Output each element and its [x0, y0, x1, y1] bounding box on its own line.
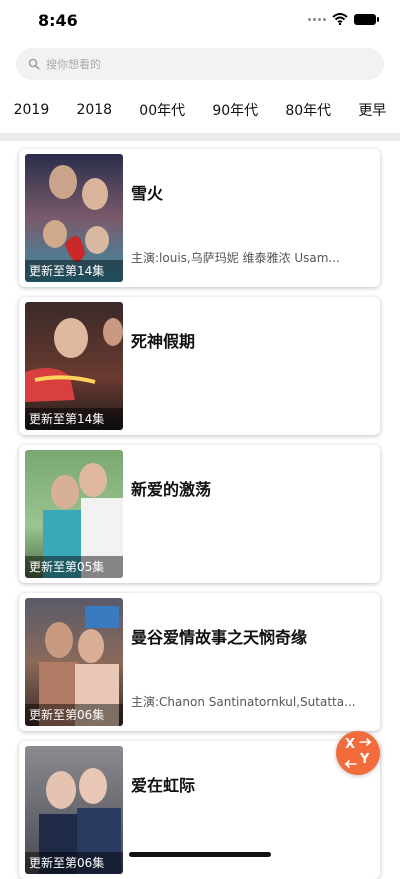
update-badge: 更新至第05集 — [25, 556, 123, 578]
show-poster[interactable]: 更新至第06集 — [25, 598, 123, 726]
tab-earlier[interactable]: 更早 — [352, 100, 392, 120]
show-cast: 主演:louis,乌萨玛妮 维泰雅浓 Usam... — [131, 251, 340, 265]
search-placeholder: 搜你想看的 — [46, 58, 101, 71]
update-badge: 更新至第14集 — [25, 408, 123, 430]
show-title: 雪火 — [131, 184, 164, 203]
show-title: 爱在虹际 — [131, 776, 196, 795]
signal-icon — [308, 17, 326, 21]
show-card[interactable]: 更新至第05集 新爱的激荡 — [19, 445, 380, 583]
show-poster[interactable]: 更新至第14集 — [25, 154, 123, 282]
tab-2000s[interactable]: 00年代 — [133, 100, 191, 120]
show-card[interactable]: 更新至第06集 曼谷爱情故事之天悯奇缘 主演:Chanon Santinator… — [19, 593, 380, 731]
show-poster[interactable]: 更新至第05集 — [25, 450, 123, 578]
floating-action-button[interactable]: X Y — [336, 731, 380, 775]
year-filter-tabs: 2019 2018 00年代 90年代 80年代 更早 — [0, 96, 400, 124]
tab-2019[interactable]: 2019 — [8, 102, 56, 118]
show-card[interactable]: 更新至第14集 雪火 主演:louis,乌萨玛妮 维泰雅浓 Usam... — [19, 149, 380, 287]
wifi-icon — [332, 13, 348, 25]
search-icon — [28, 58, 40, 70]
update-badge: 更新至第06集 — [25, 852, 123, 874]
show-card[interactable]: 更新至第14集 死神假期 — [19, 297, 380, 435]
battery-icon — [354, 13, 379, 25]
status-icons — [308, 13, 379, 25]
status-bar: 8:46 — [0, 0, 400, 44]
show-poster[interactable]: 更新至第06集 — [25, 746, 123, 874]
show-title: 新爱的激荡 — [131, 480, 212, 499]
update-badge: 更新至第14集 — [25, 260, 123, 282]
show-title: 曼谷爱情故事之天悯奇缘 — [131, 628, 308, 647]
search-input[interactable]: 搜你想看的 — [16, 48, 384, 80]
home-indicator — [129, 852, 271, 857]
show-title: 死神假期 — [131, 332, 196, 351]
show-poster[interactable]: 更新至第14集 — [25, 302, 123, 430]
show-cast: 主演:Chanon Santinatornkul,Sutatta... — [131, 695, 356, 709]
tab-2018[interactable]: 2018 — [70, 102, 118, 118]
tab-1980s[interactable]: 80年代 — [279, 100, 337, 120]
swap-arrows-icon — [344, 738, 372, 768]
status-time: 8:46 — [38, 11, 78, 30]
section-divider — [0, 133, 400, 141]
show-card[interactable]: 更新至第06集 爱在虹际 — [19, 741, 380, 879]
tab-1990s[interactable]: 90年代 — [206, 100, 264, 120]
update-badge: 更新至第06集 — [25, 704, 123, 726]
